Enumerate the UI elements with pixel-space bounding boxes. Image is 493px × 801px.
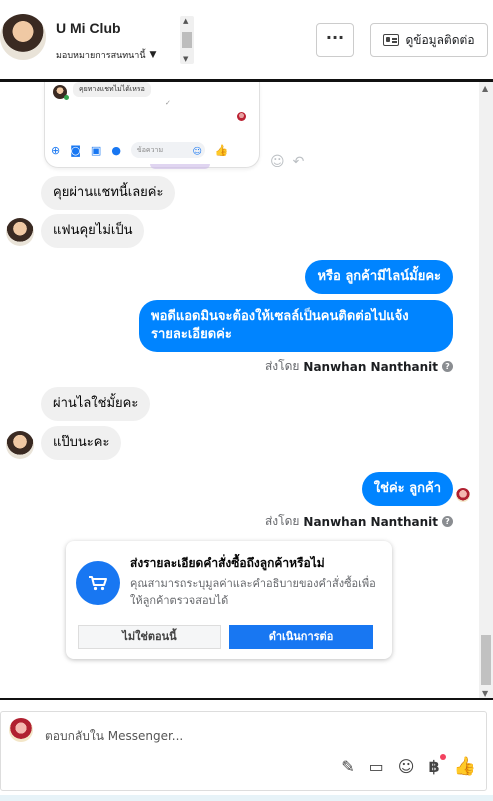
thread-scrollbar[interactable]: ▲ ▼ bbox=[479, 82, 493, 700]
assign-label: มอบหมายการสนทนานี้ bbox=[56, 51, 146, 61]
shopping-cart-icon bbox=[89, 576, 107, 591]
scroll-down-icon[interactable]: ▼ bbox=[183, 55, 188, 63]
sent-by-name: Nanwhan Nanthanit bbox=[303, 514, 438, 529]
order-card-title: ส่งรายละเอียดคำสั่งซื้อถึงลูกค้าหรือไม่ bbox=[130, 556, 325, 570]
preview-input: ข้อความ ☺ bbox=[130, 142, 205, 158]
reply-composer: ตอบกลับใน Messenger... ✎ ▭ ☺ ฿ 👍 bbox=[0, 711, 487, 791]
page-avatar bbox=[9, 718, 33, 742]
paperclip-icon[interactable]: ✎ bbox=[341, 757, 354, 776]
sent-by-prefix: ส่งโดย bbox=[264, 514, 300, 528]
react-icon[interactable]: ☺ bbox=[270, 154, 285, 170]
sent-by-name: Nanwhan Nanthanit bbox=[303, 359, 438, 374]
message-actions: ☺ ↶ bbox=[270, 154, 304, 170]
sender-avatar[interactable] bbox=[6, 431, 34, 459]
header-scrollbar[interactable]: ▲ ▼ bbox=[180, 16, 194, 64]
sender-avatar[interactable] bbox=[6, 218, 34, 246]
conversation-title: U Mi Club bbox=[56, 20, 121, 36]
preview-composer-bar: ⊕ ◙ ▣ ● ข้อความ ☺ 👍 bbox=[51, 139, 255, 161]
saved-reply-icon[interactable]: ▭ bbox=[369, 757, 384, 776]
thumbs-up-icon[interactable]: 👍 bbox=[454, 756, 476, 777]
composer-divider bbox=[0, 698, 493, 700]
view-contact-label: ดูข้อมูลติดต่อ bbox=[405, 32, 475, 47]
conversation-header: U Mi Club มอบหมายการสนทนานี้ ▼ ▲ ▼ ··· ด… bbox=[0, 0, 493, 82]
outgoing-message[interactable]: ใช่ค่ะ ลูกค้า bbox=[361, 472, 453, 506]
not-now-button[interactable]: ไม่ใช่ตอนนี้ bbox=[78, 625, 221, 649]
outgoing-message[interactable]: หรือ ลูกค้ามีไลน์มั้ยคะ bbox=[305, 260, 453, 294]
incoming-message[interactable]: แป๊บนะคะ bbox=[41, 426, 122, 460]
message-line: พอดีแอดมินจะต้องให้เซลล์เป็นคนติดต่อไปแจ… bbox=[151, 309, 409, 324]
seen-icon: ✓ bbox=[165, 99, 171, 107]
shared-image-preview[interactable]: คุยทางแชทไม่ได้เหรอ ✓ ⊕ ◙ ▣ ● ข้อความ ☺ … bbox=[44, 82, 260, 168]
messenger-inbox-panel: U Mi Club มอบหมายการสนทนานี้ ▼ ▲ ▼ ··· ด… bbox=[0, 0, 493, 801]
image-icon: ▣ bbox=[90, 143, 102, 157]
contact-card-icon bbox=[383, 34, 400, 46]
notification-dot bbox=[439, 754, 446, 760]
online-dot-icon bbox=[64, 95, 69, 100]
incoming-message[interactable]: แฟนคุยไม่เป็น bbox=[41, 214, 145, 248]
emoji-icon: ☺ bbox=[192, 147, 202, 157]
preview-read-avatar bbox=[237, 112, 246, 121]
info-icon[interactable]: ? bbox=[442, 516, 453, 527]
scroll-up-icon[interactable]: ▲ bbox=[482, 84, 488, 93]
message-line: รายละเอียดค่ะ bbox=[151, 327, 232, 342]
plus-icon: ⊕ bbox=[51, 143, 61, 157]
message-thread[interactable]: คุยทางแชทไม่ได้เหรอ ✓ ⊕ ◙ ▣ ● ข้อความ ☺ … bbox=[0, 82, 493, 700]
info-icon[interactable]: ? bbox=[442, 361, 453, 372]
more-options-button[interactable]: ··· bbox=[316, 23, 354, 57]
outgoing-message[interactable]: พอดีแอดมินจะต้องให้เซลล์เป็นคนติดต่อไปแจ… bbox=[139, 300, 453, 352]
preview-input-placeholder: ข้อความ bbox=[136, 146, 164, 154]
cart-badge bbox=[76, 561, 120, 605]
continue-button[interactable]: ดำเนินการต่อ bbox=[229, 625, 373, 649]
preview-decoration bbox=[150, 164, 210, 169]
scrollbar-thumb[interactable] bbox=[182, 32, 192, 48]
assign-conversation-dropdown[interactable]: มอบหมายการสนทนานี้ ▼ bbox=[56, 48, 156, 62]
camera-icon: ◙ bbox=[70, 143, 81, 157]
sent-by-label: ส่งโดย Nanwhan Nanthanit ? bbox=[265, 512, 453, 531]
reply-icon[interactable]: ↶ bbox=[293, 154, 305, 170]
order-card-description: คุณสามารถระบุมูลค่าและคำอธิบายของคำสั่งซ… bbox=[130, 577, 376, 607]
incoming-message[interactable]: คุยผ่านแชทนี้เลยค่ะ bbox=[41, 176, 176, 210]
view-contact-button[interactable]: ดูข้อมูลติดต่อ bbox=[370, 23, 488, 57]
bottom-strip bbox=[0, 795, 493, 801]
sent-by-label: ส่งโดย Nanwhan Nanthanit ? bbox=[265, 357, 453, 376]
caret-down-icon: ▼ bbox=[149, 50, 157, 60]
baht-icon[interactable]: ฿ bbox=[428, 754, 446, 776]
composer-toolbar: ✎ ▭ ☺ ฿ 👍 bbox=[341, 754, 476, 777]
sent-by-prefix: ส่งโดย bbox=[264, 359, 300, 373]
thumbs-up-icon: 👍 bbox=[214, 143, 229, 157]
scrollbar-thumb[interactable] bbox=[481, 635, 491, 685]
contact-avatar[interactable] bbox=[0, 14, 46, 60]
preview-message-bubble: คุยทางแชทไม่ได้เหรอ bbox=[73, 82, 151, 97]
reply-input[interactable]: ตอบกลับใน Messenger... bbox=[45, 727, 183, 746]
read-receipt-avatar bbox=[456, 488, 470, 502]
scroll-up-icon[interactable]: ▲ bbox=[183, 17, 188, 25]
send-order-details-card: ส่งรายละเอียดคำสั่งซื้อถึงลูกค้าหรือไม่ … bbox=[66, 541, 392, 659]
baht-symbol: ฿ bbox=[428, 757, 440, 776]
emoji-icon[interactable]: ☺ bbox=[398, 757, 415, 776]
scroll-down-icon[interactable]: ▼ bbox=[482, 689, 488, 698]
microphone-icon: ● bbox=[111, 143, 121, 157]
incoming-message[interactable]: ผ่านไลใช่มั้ยคะ bbox=[41, 387, 151, 421]
